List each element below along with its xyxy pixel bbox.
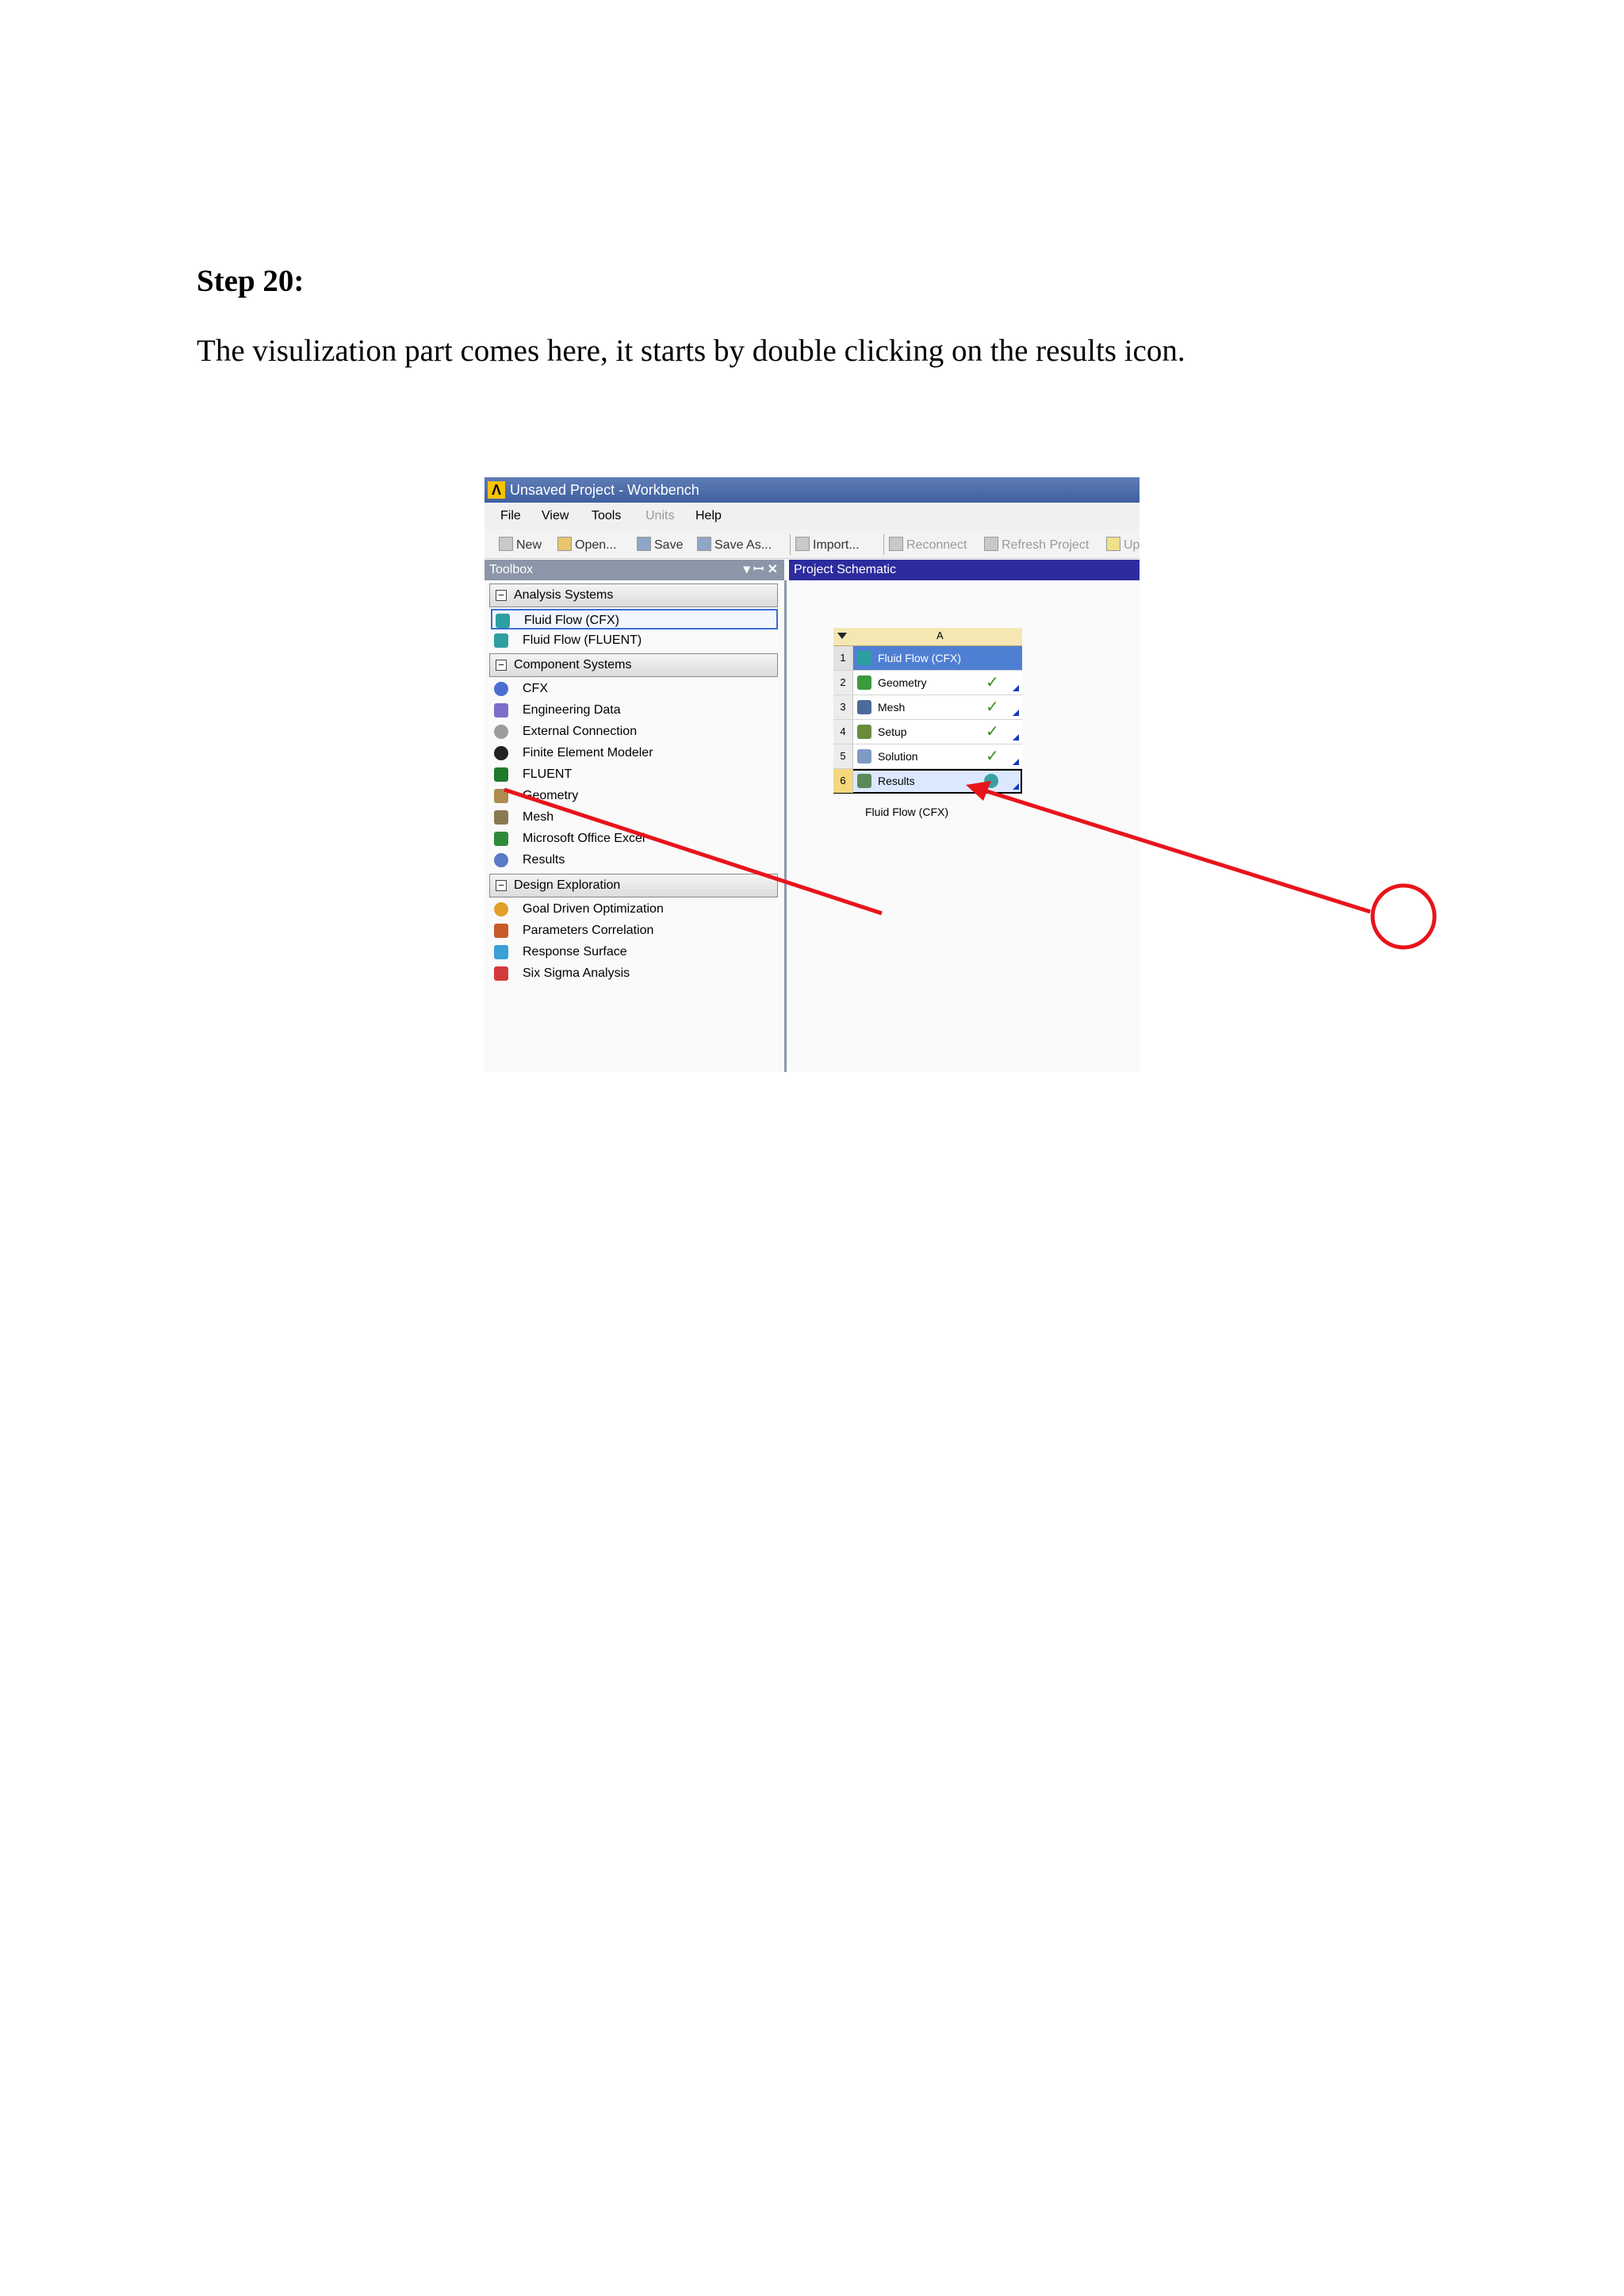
page-annotation-overlay <box>966 781 1437 950</box>
red-arrow-shaft <box>981 787 1371 914</box>
red-circle-annotation <box>1370 883 1437 950</box>
